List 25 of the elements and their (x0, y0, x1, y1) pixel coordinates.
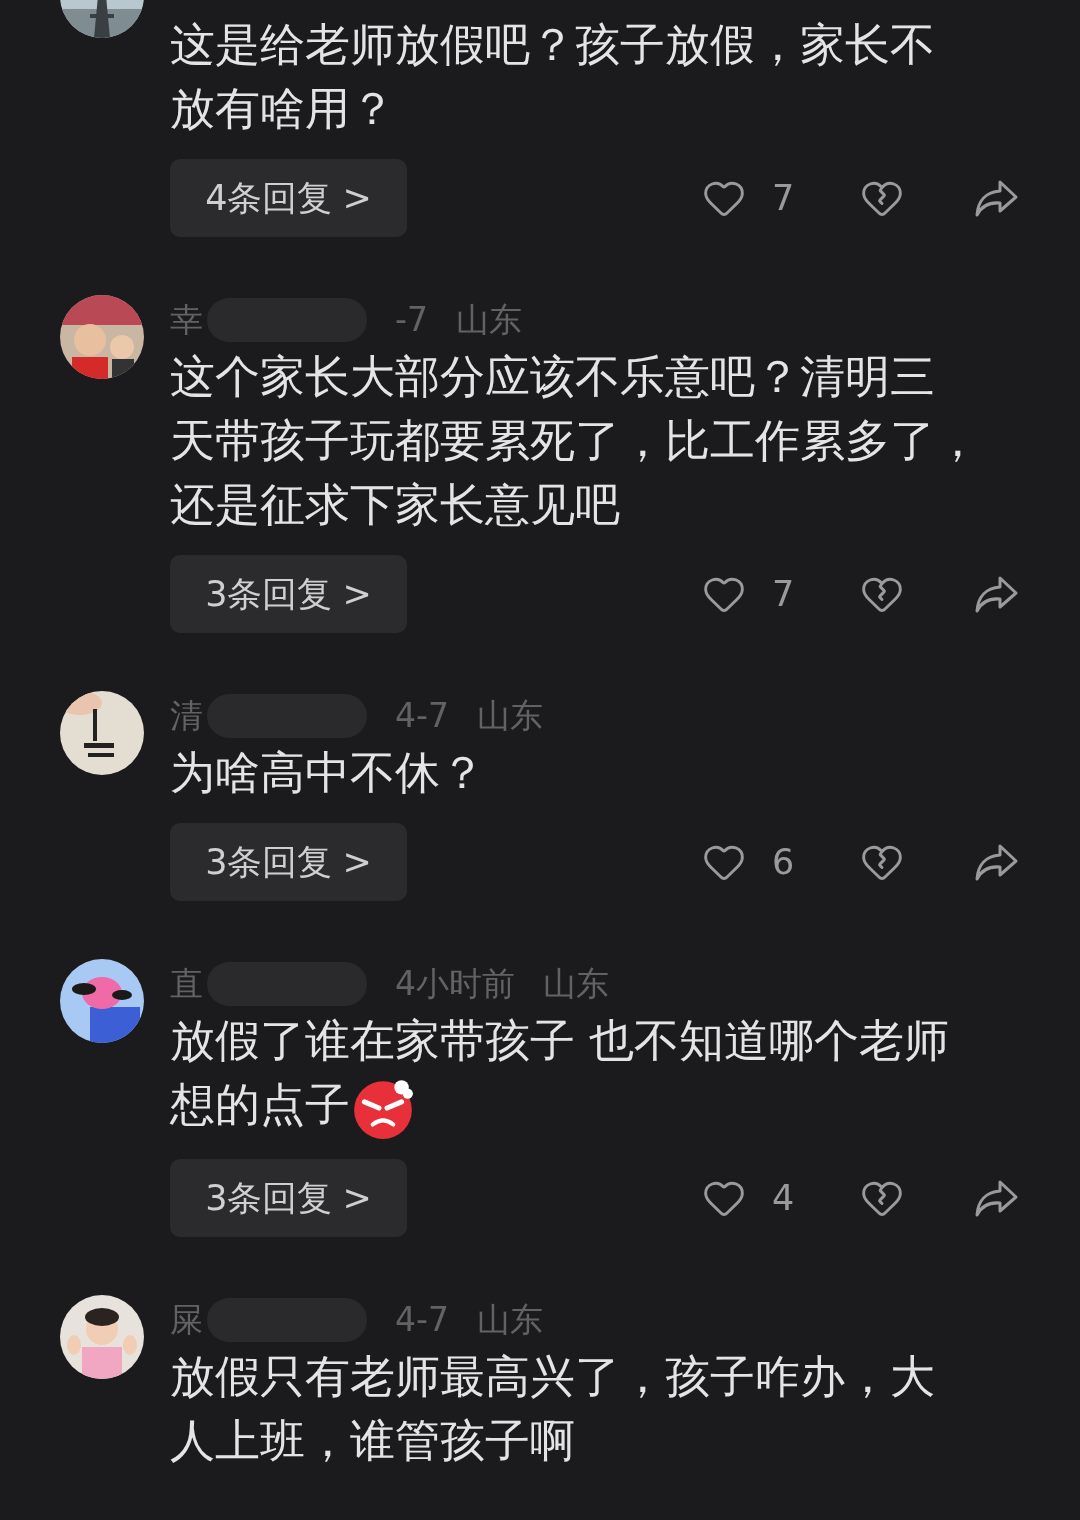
comment-location: 山东 (476, 695, 543, 738)
like-count: 7 (772, 572, 795, 616)
comment-location: 山东 (543, 963, 609, 1006)
replies-button[interactable]: 3条回复 > (170, 823, 407, 901)
comment-time: -7 (395, 299, 428, 342)
comment-location: 山东 (476, 1299, 543, 1342)
share-icon[interactable] (974, 178, 1018, 218)
comment-text: 放假了谁在家带孩子 也不知道哪个老师 想的点子 (170, 1009, 1018, 1141)
share-icon[interactable] (974, 574, 1018, 614)
comment-text: 这是给老师放假吧？孩子放假，家长不 放有啥用？ (170, 17, 936, 137)
comment-time: 4-7 (395, 1299, 449, 1342)
comment-time: 4小时前 (395, 963, 515, 1006)
share-icon[interactable] (974, 842, 1018, 882)
comment-text: 这个家长大部分应该不乐意吧？清明三 天带孩子玩都要累死了，比工作累多了， 还是征求下家长意见吧 (170, 349, 981, 533)
replies-button[interactable]: 4条回复 > (170, 159, 407, 237)
share-icon[interactable] (974, 1178, 1018, 1218)
like-count: 4 (772, 1176, 795, 1220)
like-count: 7 (772, 176, 795, 220)
replies-button[interactable]: 3条回复 > (170, 555, 407, 633)
comment-text: 为啥高中不休？ (170, 745, 486, 801)
comment-time: 4-7 (395, 695, 449, 738)
comment-location: 山东 (455, 299, 522, 342)
comment-text: 放假只有老师最高兴了，孩子咋办，大 人上班，谁管孩子啊 (170, 1349, 936, 1469)
like-count: 6 (772, 840, 795, 884)
replies-button[interactable]: 3条回复 > (170, 1159, 407, 1237)
